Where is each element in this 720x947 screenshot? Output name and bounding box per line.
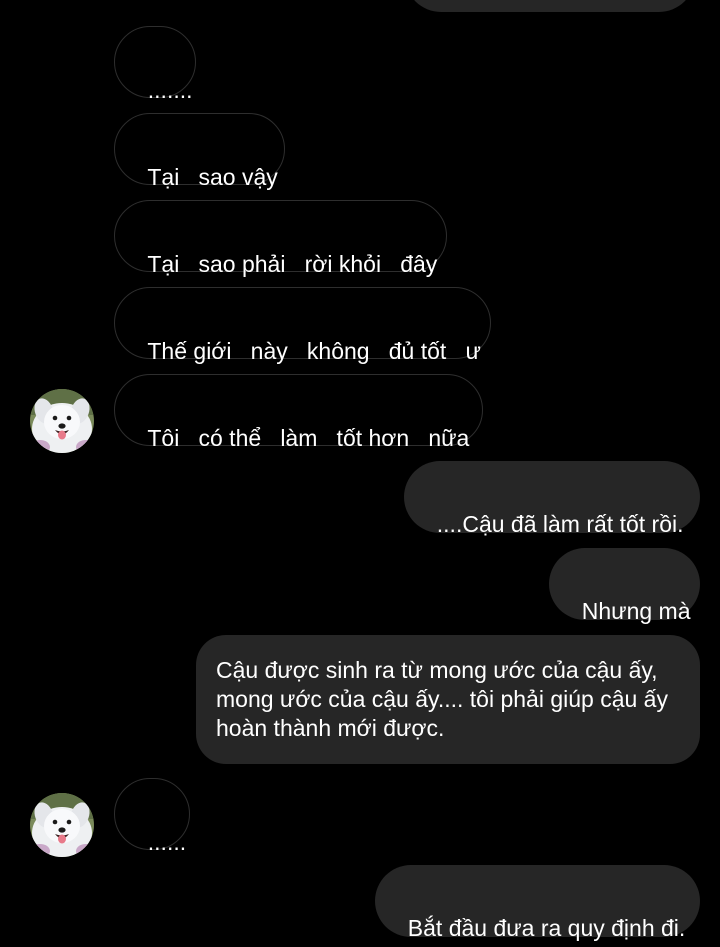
message-bubble-outgoing[interactable]: Nhưng mà (549, 548, 700, 624)
message-text: ...... (147, 829, 187, 855)
message-bubble-outgoing[interactable]: ....Cậu đã làm rất tốt rồi. (404, 461, 700, 537)
message-bubble-incoming[interactable]: Tôi có thể làm tốt hơn nữa (114, 374, 483, 451)
message-bubble-incoming[interactable]: Tại sao vậy (114, 113, 285, 190)
message-bubble-outgoing[interactable]: Bắt đầu đưa ra quy định đi. (375, 865, 700, 941)
message-bubble-incoming[interactable]: ....... (114, 26, 196, 103)
message-bubble-outgoing-cutoff[interactable] (405, 0, 695, 12)
message-text: Cậu được sinh ra từ mong ước của cậu ấy,… (216, 657, 668, 741)
message-text: Tại sao vậy (147, 164, 278, 190)
message-bubble-incoming[interactable]: ...... (114, 778, 190, 855)
samoyed-dog-avatar-icon (30, 793, 94, 857)
message-bubble-outgoing[interactable]: Cậu được sinh ra từ mong ước của cậu ấy,… (196, 635, 700, 764)
sender-avatar[interactable] (30, 793, 94, 857)
message-bubble-incoming[interactable]: Thế giới này không đủ tốt ư (114, 287, 491, 364)
message-bubble-incoming[interactable]: Tại sao phải rời khỏi đây (114, 200, 447, 277)
message-text: Bắt đầu đưa ra quy định đi. (407, 915, 686, 941)
message-text: ....... (147, 77, 193, 103)
message-text: ....Cậu đã làm rất tốt rồi. (436, 511, 684, 537)
samoyed-dog-avatar-icon (30, 389, 94, 453)
message-text: Tôi có thể làm tốt hơn nữa (147, 425, 470, 451)
sender-avatar[interactable] (30, 389, 94, 453)
message-text: Tại sao phải rời khỏi đây (147, 251, 438, 277)
message-text: Nhưng mà (581, 598, 691, 624)
message-text: Thế giới này không đủ tốt ư (147, 338, 481, 364)
